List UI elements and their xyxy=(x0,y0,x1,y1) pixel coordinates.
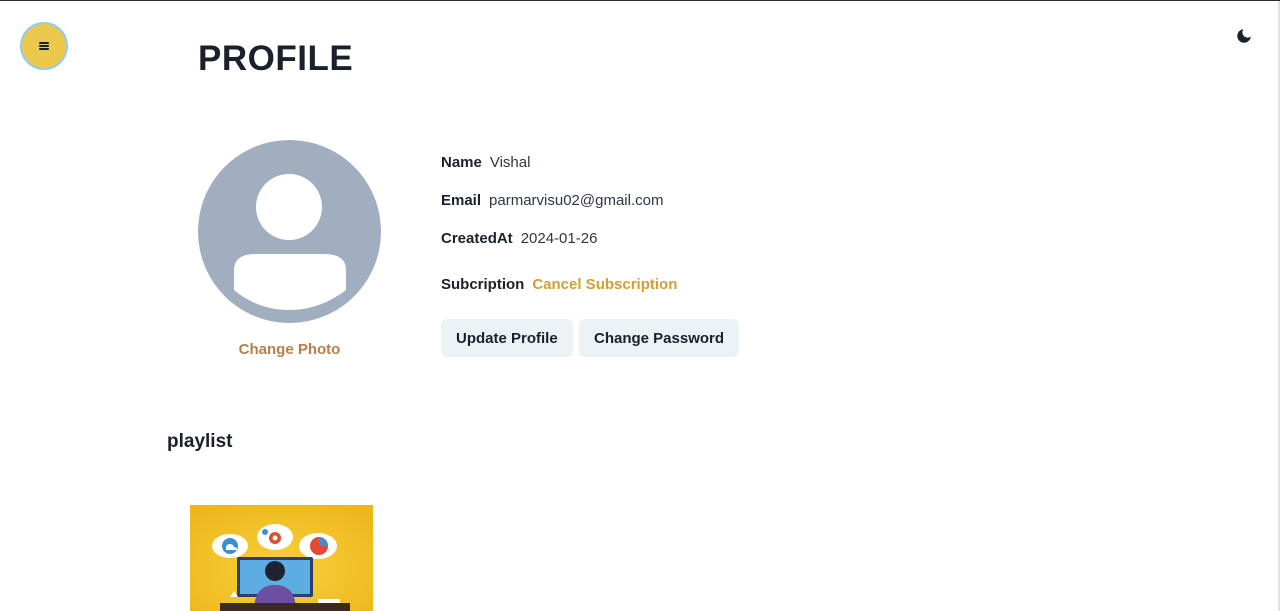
name-label: Name xyxy=(441,154,482,171)
change-password-button[interactable]: Change Password xyxy=(579,319,740,357)
update-profile-button[interactable]: Update Profile xyxy=(441,319,573,357)
avatar xyxy=(198,140,381,323)
cancel-subscription-link[interactable]: Cancel Subscription xyxy=(532,276,677,293)
course-thumbnail-image xyxy=(190,505,373,611)
moon-icon[interactable] xyxy=(1235,27,1253,45)
email-label: Email xyxy=(441,192,482,209)
change-photo-button[interactable]: Change Photo xyxy=(198,341,381,358)
created-row: CreatedAt 2024-01-26 xyxy=(441,230,597,247)
playlist-item-thumbnail[interactable] xyxy=(190,505,373,611)
menu-icon xyxy=(39,42,49,50)
subscription-label: Subcription xyxy=(441,276,525,293)
playlist-heading: playlist xyxy=(167,431,233,452)
created-value: 2024-01-26 xyxy=(520,230,598,247)
email-row: Email parmarvisu02@gmail.com xyxy=(441,192,663,209)
created-label: CreatedAt xyxy=(441,230,513,247)
subscription-row: Subcription Cancel Subscription xyxy=(441,276,677,293)
name-value: Vishal xyxy=(489,154,531,171)
default-user-icon xyxy=(234,174,346,310)
menu-button[interactable] xyxy=(20,22,68,70)
name-row: Name Vishal xyxy=(441,154,530,171)
page-title: PROFILE xyxy=(198,39,354,78)
email-value: parmarvisu02@gmail.com xyxy=(489,192,664,209)
